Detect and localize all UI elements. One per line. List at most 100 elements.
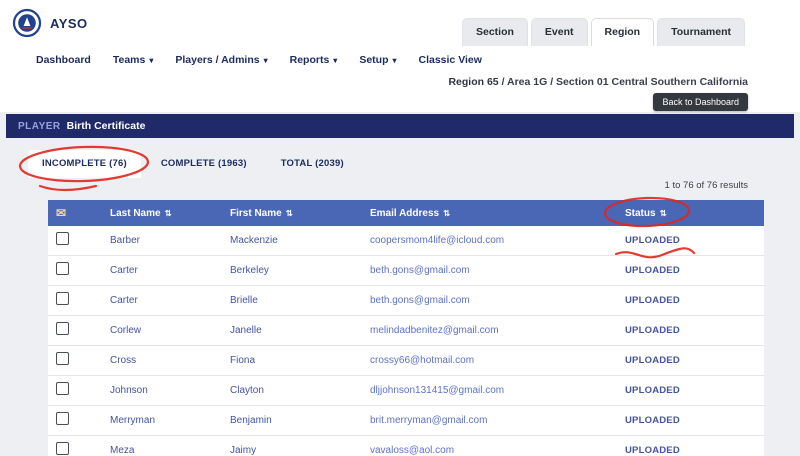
caret-down-icon: ▾ <box>333 56 337 65</box>
breadcrumb: Region 65 / Area 1G / Section 01 Central… <box>0 76 800 92</box>
email-cell[interactable]: beth.gons@gmail.com <box>370 265 625 276</box>
sort-icon[interactable]: ⇅ <box>165 208 172 219</box>
first-name-cell[interactable]: Clayton <box>230 385 370 396</box>
checkbox-cell <box>48 292 110 310</box>
main-content: PLAYER Birth Certificate INCOMPLETE (76)… <box>0 112 800 456</box>
last-name-cell[interactable]: Cross <box>110 355 230 366</box>
table-row: CarterBriellebeth.gons@gmail.comUPLOADED <box>48 286 764 316</box>
email-cell[interactable]: beth.gons@gmail.com <box>370 295 625 306</box>
caret-down-icon: ▾ <box>149 56 153 65</box>
last-name-cell[interactable]: Barber <box>110 235 230 246</box>
nav-item-players-admins[interactable]: Players / Admins▾ <box>175 54 267 66</box>
top-header: AYSO SectionEventRegionTournament <box>0 0 800 46</box>
table-row: MerrymanBenjaminbrit.merryman@gmail.comU… <box>48 406 764 436</box>
status-cell[interactable]: UPLOADED <box>625 445 764 456</box>
email-cell[interactable]: vavaloss@aol.com <box>370 445 625 456</box>
brand: AYSO <box>12 8 88 38</box>
select-all-header-cell[interactable]: ✉ <box>48 206 110 220</box>
table-row: MezaJaimyvavaloss@aol.comUPLOADED <box>48 436 764 456</box>
row-checkbox[interactable] <box>56 382 69 395</box>
filter-tab-total[interactable]: TOTAL (2039) <box>267 150 358 178</box>
first-name-cell[interactable]: Berkeley <box>230 265 370 276</box>
nav-item-label: Teams <box>113 54 146 66</box>
last-name-cell[interactable]: Merryman <box>110 415 230 426</box>
checkbox-cell <box>48 232 110 250</box>
email-cell[interactable]: melindadbenitez@gmail.com <box>370 325 625 336</box>
last-name-cell[interactable]: Carter <box>110 265 230 276</box>
org-tabs: SectionEventRegionTournament <box>462 18 745 46</box>
filter-tab-incomplete[interactable]: INCOMPLETE (76) <box>28 150 141 178</box>
org-tab-region[interactable]: Region <box>591 18 655 46</box>
filter-tab-complete[interactable]: COMPLETE (1963) <box>147 150 261 178</box>
first-name-cell[interactable]: Fiona <box>230 355 370 366</box>
caret-down-icon: ▾ <box>264 56 268 65</box>
page-title-bar: PLAYER Birth Certificate <box>6 114 794 138</box>
caret-down-icon: ▾ <box>392 56 396 65</box>
email-cell[interactable]: crossy66@hotmail.com <box>370 355 625 366</box>
email-cell[interactable]: brit.merryman@gmail.com <box>370 415 625 426</box>
org-tab-tournament[interactable]: Tournament <box>657 18 745 46</box>
sort-icon[interactable]: ⇅ <box>286 208 293 219</box>
status-cell[interactable]: UPLOADED <box>625 235 764 246</box>
breadcrumb-rest: / Area 1G / Section 01 Central Southern … <box>499 76 748 88</box>
column-header-status[interactable]: Status ⇅ <box>625 208 764 219</box>
first-name-cell[interactable]: Jaimy <box>230 445 370 456</box>
first-name-cell[interactable]: Janelle <box>230 325 370 336</box>
status-cell[interactable]: UPLOADED <box>625 415 764 426</box>
breadcrumb-region: Region 65 <box>448 76 498 88</box>
last-name-cell[interactable]: Meza <box>110 445 230 456</box>
checkbox-cell <box>48 352 110 370</box>
nav-item-teams[interactable]: Teams▾ <box>113 54 154 66</box>
main-nav: DashboardTeams▾Players / Admins▾Reports▾… <box>0 46 800 74</box>
table-row: JohnsonClaytondljjohnson131415@gmail.com… <box>48 376 764 406</box>
nav-item-label: Classic View <box>419 54 482 66</box>
results-count: 1 to 76 of 76 results <box>0 180 748 194</box>
first-name-cell[interactable]: Benjamin <box>230 415 370 426</box>
nav-item-reports[interactable]: Reports▾ <box>290 54 338 66</box>
status-cell[interactable]: UPLOADED <box>625 325 764 336</box>
first-name-cell[interactable]: Brielle <box>230 295 370 306</box>
column-header-first-name[interactable]: First Name⇅ <box>230 208 370 219</box>
status-cell[interactable]: UPLOADED <box>625 385 764 396</box>
first-name-cell[interactable]: Mackenzie <box>230 235 370 246</box>
status-cell[interactable]: UPLOADED <box>625 355 764 366</box>
row-checkbox[interactable] <box>56 412 69 425</box>
column-header-label: Last Name <box>110 208 161 219</box>
column-header-label: Status <box>625 208 656 219</box>
checkbox-cell <box>48 262 110 280</box>
email-cell[interactable]: coopersmom4life@icloud.com <box>370 235 625 246</box>
filter-tabs: INCOMPLETE (76)COMPLETE (1963)TOTAL (203… <box>28 150 800 178</box>
last-name-cell[interactable]: Corlew <box>110 325 230 336</box>
row-checkbox[interactable] <box>56 352 69 365</box>
nav-item-dashboard[interactable]: Dashboard <box>36 54 91 66</box>
nav-item-setup[interactable]: Setup▾ <box>359 54 396 66</box>
checkbox-cell <box>48 442 110 456</box>
org-tab-section[interactable]: Section <box>462 18 528 46</box>
column-header-last-name[interactable]: Last Name ⇅ <box>110 208 230 219</box>
back-to-dashboard-button[interactable]: Back to Dashboard <box>653 93 748 111</box>
email-cell[interactable]: dljjohnson131415@gmail.com <box>370 385 625 396</box>
last-name-cell[interactable]: Johnson <box>110 385 230 396</box>
status-cell[interactable]: UPLOADED <box>625 265 764 276</box>
org-tab-event[interactable]: Event <box>531 18 588 46</box>
column-header-email-address[interactable]: Email Address⇅ <box>370 208 625 219</box>
row-checkbox[interactable] <box>56 322 69 335</box>
table-row: CorlewJanellemelindadbenitez@gmail.comUP… <box>48 316 764 346</box>
birth-certificate-table: ✉ Last Name⇅First Name⇅Email Address⇅Sta… <box>48 200 764 456</box>
row-checkbox[interactable] <box>56 232 69 245</box>
table-row: CarterBerkeleybeth.gons@gmail.comUPLOADE… <box>48 256 764 286</box>
row-checkbox[interactable] <box>56 262 69 275</box>
last-name-cell[interactable]: Carter <box>110 295 230 306</box>
table-row: BarberMackenziecoopersmom4life@icloud.co… <box>48 226 764 256</box>
row-checkbox[interactable] <box>56 442 69 455</box>
table-body: BarberMackenziecoopersmom4life@icloud.co… <box>48 226 764 456</box>
row-checkbox[interactable] <box>56 292 69 305</box>
brand-name: AYSO <box>50 16 88 31</box>
status-cell[interactable]: UPLOADED <box>625 295 764 306</box>
page-title: Birth Certificate <box>67 120 146 132</box>
page-title-prefix: PLAYER <box>18 121 61 132</box>
sort-icon[interactable]: ⇅ <box>660 208 667 219</box>
nav-item-classic-view[interactable]: Classic View <box>419 54 482 66</box>
envelope-icon: ✉ <box>56 206 66 220</box>
sort-icon[interactable]: ⇅ <box>443 208 450 219</box>
